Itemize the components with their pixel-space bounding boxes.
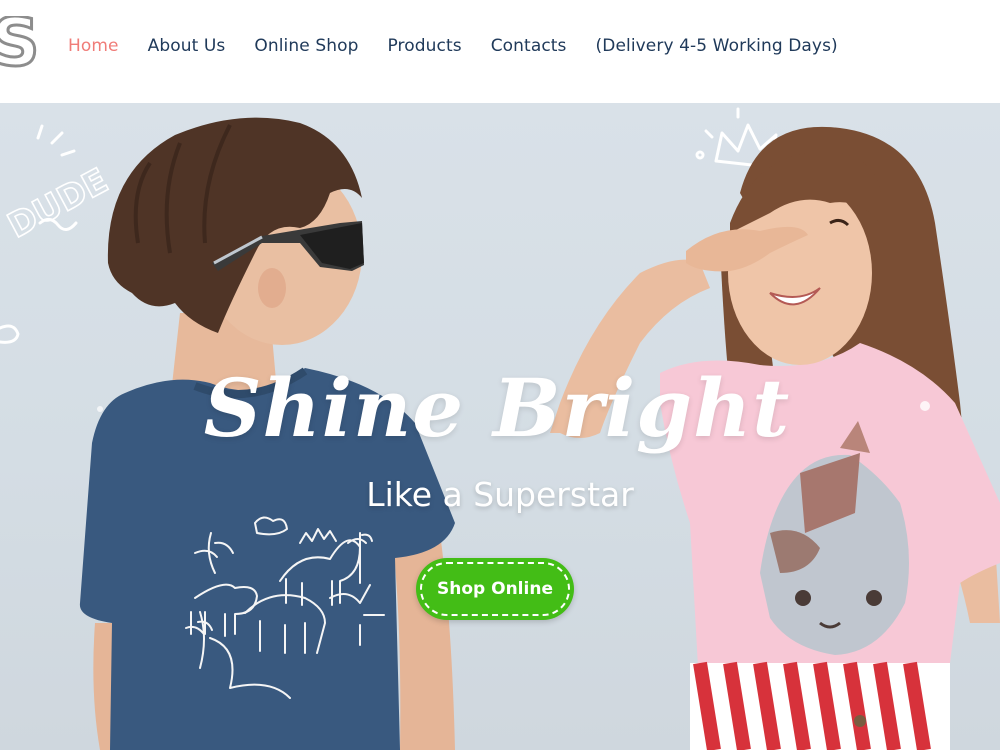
svg-text:DUDE: DUDE bbox=[1, 161, 115, 247]
shop-online-button[interactable]: Shop Online bbox=[416, 558, 574, 620]
hero-banner: DUDE Shine Bright Like a Superstar Shop … bbox=[0, 103, 1000, 750]
logo-letter: S bbox=[0, 16, 40, 80]
nav-home-link[interactable]: Home bbox=[68, 36, 119, 56]
nav-contacts-link[interactable]: Contacts bbox=[491, 36, 567, 56]
dude-doodle: DUDE bbox=[0, 124, 116, 344]
nav-online-shop-link[interactable]: Online Shop bbox=[254, 36, 358, 56]
site-header: S Home About Us Online Shop Products Con… bbox=[0, 0, 1000, 103]
main-navigation: Home About Us Online Shop Products Conta… bbox=[68, 36, 867, 56]
hero-subheadline: Like a Superstar bbox=[366, 475, 634, 514]
site-logo[interactable]: S bbox=[0, 16, 40, 80]
nav-delivery-info-link[interactable]: (Delivery 4-5 Working Days) bbox=[596, 36, 838, 56]
nav-products-link[interactable]: Products bbox=[387, 36, 461, 56]
shop-online-label: Shop Online bbox=[437, 579, 553, 599]
hero-headline: Shine Bright bbox=[203, 361, 791, 455]
nav-about-us-link[interactable]: About Us bbox=[148, 36, 226, 56]
striped-shorts bbox=[690, 661, 950, 750]
